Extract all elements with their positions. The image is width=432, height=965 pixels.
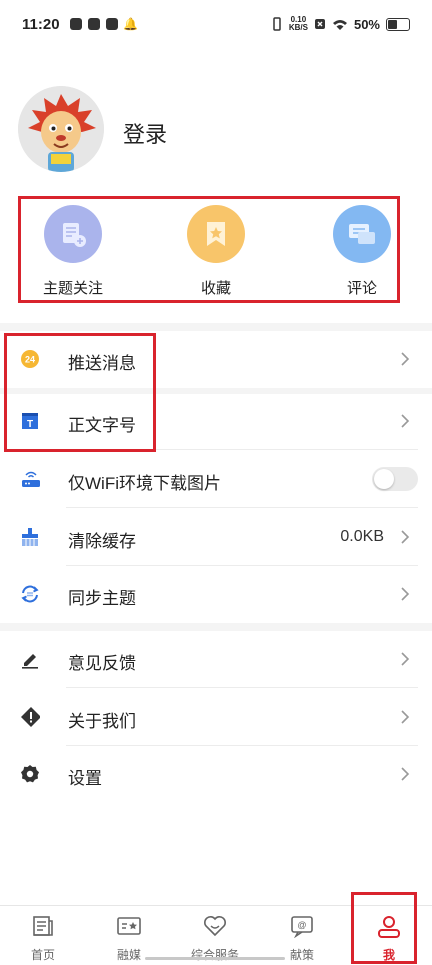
setting-clear-cache[interactable]: 清除缓存 0.0KB: [0, 509, 432, 566]
chevron-right-icon: [401, 352, 410, 366]
setting-label: 设置: [68, 769, 102, 788]
net-speed: 0.10 KB/S: [289, 16, 308, 32]
bell-icon: 🔔: [123, 17, 138, 31]
quick-actions-highlight: 主题关注 收藏 评论: [18, 196, 400, 303]
favorites-label: 收藏: [200, 280, 231, 297]
status-right: 0.10 KB/S 50%: [271, 16, 410, 32]
row-separator: [66, 687, 418, 688]
info-diamond-icon: [20, 707, 40, 727]
gear-icon: [20, 764, 40, 784]
nav-label: 首页: [30, 948, 55, 962]
status-time: 11:20: [22, 16, 60, 33]
router-icon: [20, 469, 40, 489]
battery-percent: 50%: [353, 16, 380, 32]
chevron-right-icon: [401, 414, 410, 428]
heart-service-icon: [204, 916, 226, 937]
setting-label: 仅WiFi环境下载图片: [68, 474, 221, 493]
news-icon: [33, 916, 53, 936]
cache-size: 0.0KB: [340, 528, 384, 545]
chevron-right-icon: [401, 652, 410, 666]
chevron-right-icon: [401, 530, 410, 544]
nav-label: 综合服务: [190, 948, 239, 962]
net-speed-unit: KB/S: [288, 23, 308, 32]
section-divider: [0, 323, 432, 331]
media-icon: [117, 917, 141, 935]
chevron-right-icon: [401, 767, 410, 781]
setting-feedback[interactable]: 意见反馈: [0, 631, 432, 688]
row-separator: [66, 507, 418, 508]
gesture-bar: [145, 957, 285, 960]
mail-notification-icon: [88, 18, 100, 30]
suggest-icon: @: [291, 916, 313, 938]
favorites-button[interactable]: 收藏: [161, 199, 271, 298]
svg-text:@: @: [297, 920, 306, 930]
setting-settings[interactable]: 设置: [0, 746, 432, 803]
login-button[interactable]: 登录: [123, 117, 167, 149]
no-sim-icon: [314, 19, 325, 29]
lion-mascot-image: [18, 86, 104, 172]
broom-icon: [20, 527, 40, 547]
topic-follow-label: 主题关注: [42, 280, 103, 297]
favorites-icon: [187, 205, 245, 263]
comment-button[interactable]: 评论: [307, 199, 417, 298]
sync-icon: [20, 584, 40, 604]
section-divider: [0, 623, 432, 631]
nav-label: 献策: [289, 948, 314, 962]
setting-label: 清除缓存: [68, 532, 136, 551]
pencil-icon: [20, 649, 40, 669]
comment-icon: [333, 205, 391, 263]
setting-label: 同步主题: [68, 589, 136, 608]
setting-wifi-only-images: 仅WiFi环境下载图片: [0, 451, 432, 508]
tiktok-notification-icon: [70, 18, 82, 30]
setting-label: 关于我们: [68, 712, 136, 731]
chevron-right-icon: [401, 587, 410, 601]
nav-label: 融媒: [116, 948, 141, 962]
setting-about-us[interactable]: 关于我们: [0, 689, 432, 746]
topic-follow-button[interactable]: 主题关注: [18, 199, 128, 298]
comment-label: 评论: [346, 280, 377, 297]
setting-sync-topics[interactable]: 同步主题: [0, 566, 432, 623]
battery-icon: [386, 17, 410, 31]
avatar[interactable]: [18, 86, 104, 172]
app-notification-icon: [106, 18, 118, 30]
status-bar: 11:20 🔔 0.10 KB/S 50%: [0, 0, 432, 50]
highlight-box: [351, 892, 417, 964]
wifi-only-toggle[interactable]: [372, 467, 418, 491]
wifi-icon: [332, 19, 347, 30]
vibrate-icon: [273, 17, 281, 31]
highlight-box: [4, 333, 156, 452]
nav-home[interactable]: 首页: [0, 906, 86, 965]
setting-label: 意见反馈: [68, 654, 136, 673]
chevron-right-icon: [401, 710, 410, 724]
topic-follow-icon: [44, 205, 102, 263]
